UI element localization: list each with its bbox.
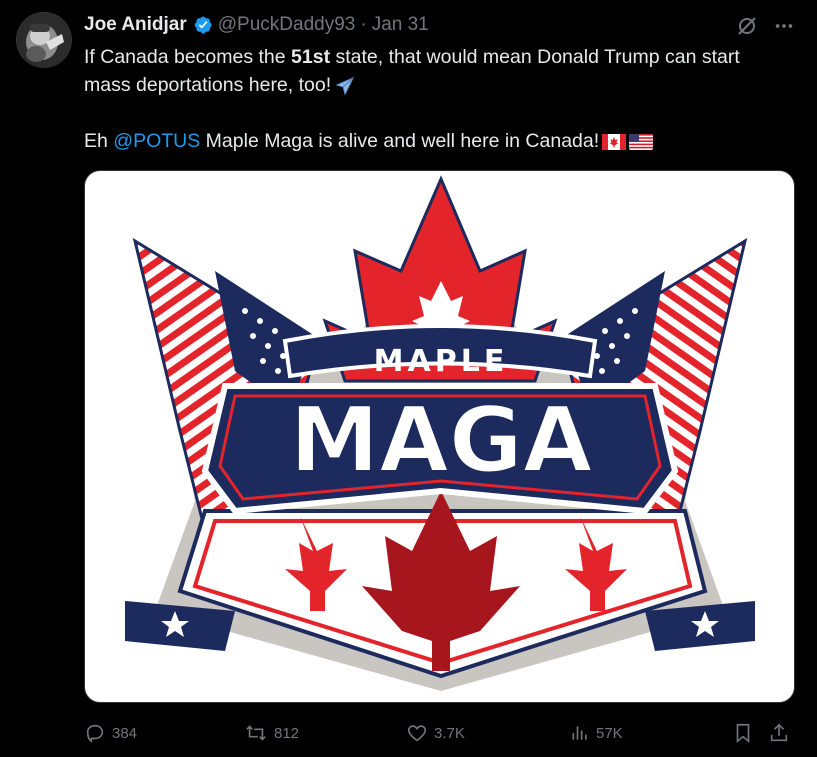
reply-count: 384 <box>112 724 138 742</box>
reply-button[interactable]: 384 <box>84 722 137 744</box>
tweet-text-part: Eh <box>84 130 114 152</box>
tweet-image[interactable]: MAPLE MAGA <box>84 170 795 703</box>
views-button[interactable]: 57K <box>570 722 623 744</box>
canada-flag-icon <box>602 133 627 150</box>
repost-button[interactable]: 812 <box>244 722 299 744</box>
repost-icon <box>246 725 266 741</box>
us-flag-icon <box>629 133 654 150</box>
avatar-image <box>16 12 72 68</box>
separator: · <box>360 14 367 35</box>
like-button[interactable]: 3.7K <box>406 722 465 744</box>
reply-icon <box>86 724 104 743</box>
airplane-icon <box>335 76 355 96</box>
like-count: 3.7K <box>434 724 465 742</box>
tweet-text-part: If Canada becomes the <box>84 46 292 68</box>
maple-maga-logo: MAPLE MAGA <box>125 175 755 691</box>
share-button[interactable] <box>768 722 790 744</box>
logo-small-word: MAPLE <box>374 344 509 379</box>
like-icon <box>407 725 427 742</box>
author-name[interactable]: Joe Anidjar <box>84 14 187 36</box>
bookmark-icon <box>736 723 750 744</box>
bookmark-button[interactable] <box>732 722 754 744</box>
tweet-text-bold: 51st <box>291 46 331 68</box>
tweet-text-part: Maple Maga is alive and well here in Can… <box>200 130 600 152</box>
mention-link[interactable]: @POTUS <box>113 130 200 152</box>
views-count: 57K <box>596 724 623 742</box>
grok-icon[interactable] <box>735 14 759 38</box>
verified-badge-icon[interactable] <box>193 15 213 35</box>
logo-big-word: MAGA <box>290 388 593 493</box>
author-handle[interactable]: @PuckDaddy93 <box>218 14 356 36</box>
tweet-header: Joe Anidjar @PuckDaddy93 · Jan 31 <box>84 12 429 38</box>
share-icon <box>770 723 788 742</box>
tweet-date[interactable]: Jan 31 <box>372 14 429 36</box>
repost-count: 812 <box>274 724 300 742</box>
avatar[interactable] <box>16 12 72 68</box>
more-icon[interactable] <box>773 15 795 37</box>
views-icon <box>572 726 587 740</box>
tweet-paragraph-1: If Canada becomes the 51st state, that w… <box>84 43 784 99</box>
tweet-paragraph-2: Eh @POTUS Maple Maga is alive and well h… <box>84 127 784 155</box>
tweet-text: If Canada becomes the 51st state, that w… <box>84 43 784 155</box>
tweet-top-actions <box>735 14 795 38</box>
tweet-actions: 384 812 3.7K 57K <box>84 722 795 750</box>
